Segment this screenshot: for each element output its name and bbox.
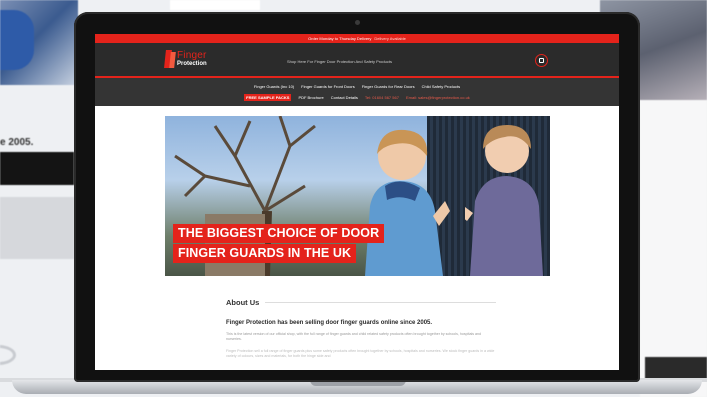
site-header: Finger Protection Shop Here For Finger D…	[95, 43, 619, 76]
hero-title-line2: FINGER GUARDS IN THE UK	[173, 244, 357, 263]
background-dark-band	[0, 152, 74, 185]
laptop-screen: Order Monday to Thursday Delivery Delive…	[95, 34, 619, 370]
about-paragraph: Finger Protection sell a full range of f…	[226, 348, 495, 359]
site-logo[interactable]: Finger Protection	[165, 50, 207, 68]
laptop-camera	[355, 20, 360, 25]
logo-mark-icon	[165, 50, 175, 68]
about-paragraph: This is the latest version of our offici…	[226, 332, 482, 342]
hero-caption: THE BIGGEST CHOICE OF DOOR FINGER GUARDS…	[173, 224, 385, 263]
nav-item-front-doors[interactable]: Finger Guards for Front Doors	[301, 84, 355, 89]
nav-item-child-safety[interactable]: Child Safety Products	[422, 84, 460, 89]
nav-primary: Finger Guards (Inc 10) Finger Guards for…	[254, 84, 460, 89]
hero-banner[interactable]: THE BIGGEST CHOICE OF DOOR FINGER GUARDS…	[165, 116, 550, 276]
background-text: e 2005.	[0, 137, 34, 148]
about-heading: About Us	[226, 298, 496, 307]
promo-text: Order Monday to Thursday Delivery	[308, 36, 372, 41]
shopping-bag-icon	[539, 58, 544, 63]
cart-button[interactable]	[535, 54, 548, 67]
nav-item-brochure[interactable]: PDF Brochure	[298, 95, 323, 100]
logo-text: Finger Protection	[177, 50, 207, 68]
background-ring	[0, 345, 16, 365]
promo-link[interactable]: Delivery Available	[374, 36, 406, 41]
contact-email[interactable]: Email: sales@fingerprotection.co.uk	[406, 95, 470, 100]
nav-secondary: FREE SAMPLE PACKS PDF Brochure Contact D…	[244, 93, 470, 101]
logo-name: Finger	[177, 50, 207, 61]
nav-item-rear-doors[interactable]: Finger Guards for Rear Doors	[362, 84, 415, 89]
site-tagline: Shop Here For Finger Door Protection And…	[287, 59, 392, 64]
background-photo-left	[0, 0, 78, 85]
about-section: About Us Finger Protection has been sell…	[226, 298, 496, 360]
background-right-panel	[640, 100, 707, 397]
logo-sub: Protection	[177, 61, 207, 67]
contact-phone[interactable]: Tel: 01604 567 567	[365, 95, 399, 100]
nav-item-contact-details[interactable]: Contact Details	[331, 95, 358, 100]
about-heading-text: About Us	[226, 298, 260, 307]
hero-title-line1: THE BIGGEST CHOICE OF DOOR	[173, 224, 385, 243]
free-sample-button[interactable]: FREE SAMPLE PACKS	[244, 93, 292, 101]
about-divider	[265, 302, 496, 303]
main-nav: Finger Guards (Inc 10) Finger Guards for…	[95, 78, 619, 106]
background-gray-band	[0, 197, 74, 259]
hero-child-image	[465, 125, 543, 276]
nav-item-finger-guards[interactable]: Finger Guards (Inc 10)	[254, 84, 294, 89]
about-title: Finger Protection has been selling door …	[226, 320, 433, 326]
promo-bar: Order Monday to Thursday Delivery Delive…	[95, 34, 619, 43]
background-block	[170, 0, 260, 10]
